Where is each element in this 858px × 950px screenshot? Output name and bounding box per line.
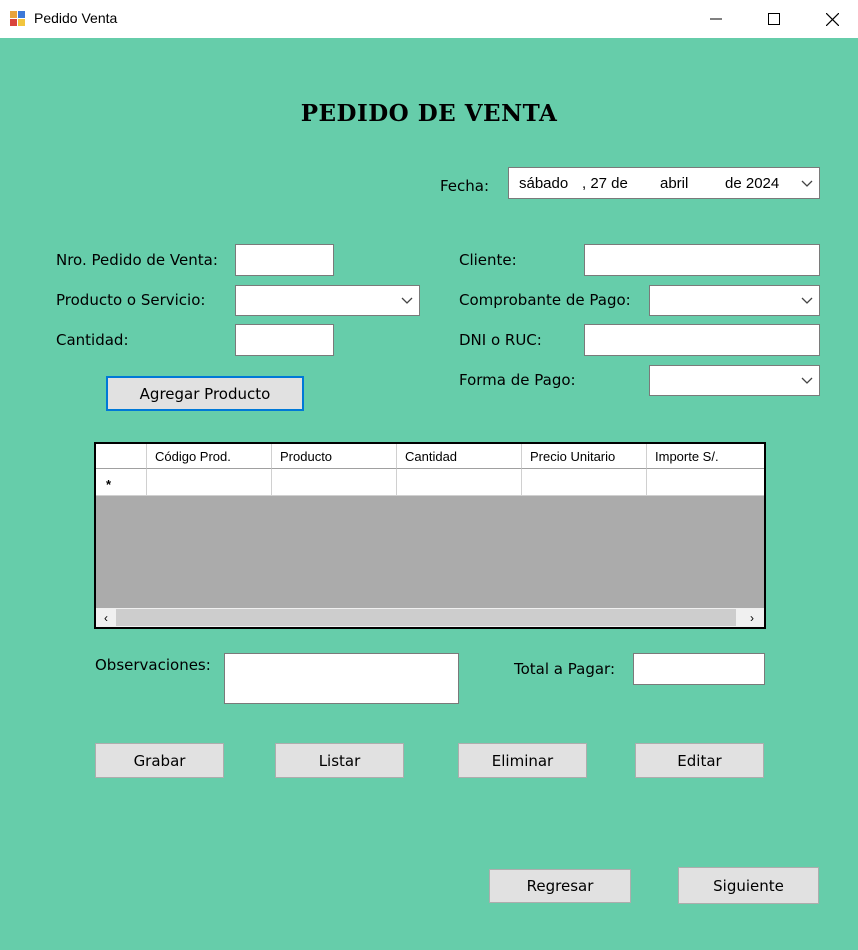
table-cell[interactable] xyxy=(522,469,647,496)
minimize-icon xyxy=(710,18,722,20)
cantidad-input[interactable] xyxy=(235,324,334,356)
chevron-down-icon[interactable] xyxy=(801,377,813,385)
dni-ruc-label: DNI o RUC: xyxy=(459,331,542,349)
table-cell[interactable] xyxy=(397,469,522,496)
scroll-left-icon[interactable]: ‹ xyxy=(96,610,116,625)
eliminar-button[interactable]: Eliminar xyxy=(458,743,587,778)
fecha-year: de 2024 xyxy=(725,175,780,192)
fecha-month: abril xyxy=(660,175,689,192)
grabar-button[interactable]: Grabar xyxy=(95,743,224,778)
observaciones-textarea[interactable] xyxy=(224,653,459,704)
horizontal-scrollbar[interactable]: ‹ › xyxy=(96,608,764,627)
regresar-button[interactable]: Regresar xyxy=(489,869,631,903)
minimize-button[interactable] xyxy=(687,0,745,38)
fecha-day-name: sábado xyxy=(519,175,569,192)
producto-label: Producto o Servicio: xyxy=(56,291,206,309)
chevron-down-icon[interactable] xyxy=(801,180,813,188)
fecha-label: Fecha: xyxy=(440,177,490,195)
app-icon xyxy=(10,11,25,26)
total-input[interactable] xyxy=(633,653,765,685)
comprobante-label: Comprobante de Pago: xyxy=(459,291,631,309)
cliente-label: Cliente: xyxy=(459,251,517,269)
table-cell[interactable] xyxy=(647,469,764,496)
fecha-day: , 27 de xyxy=(582,175,628,192)
table-cell[interactable] xyxy=(147,469,272,496)
window-title: Pedido Venta xyxy=(34,10,118,26)
column-header-producto[interactable]: Producto xyxy=(272,444,397,469)
nro-pedido-label: Nro. Pedido de Venta: xyxy=(56,251,218,269)
page-title: PEDIDO DE VENTA xyxy=(300,100,558,127)
maximize-button[interactable] xyxy=(745,0,803,38)
forma-pago-combobox[interactable] xyxy=(649,365,820,396)
close-button[interactable] xyxy=(803,0,858,38)
comprobante-combobox[interactable] xyxy=(649,285,820,316)
chevron-down-icon[interactable] xyxy=(401,297,413,305)
forma-pago-label: Forma de Pago: xyxy=(459,371,576,389)
productos-datagrid[interactable]: Código Prod. Producto Cantidad Precio Un… xyxy=(94,442,766,629)
scrollbar-thumb[interactable] xyxy=(116,609,736,626)
total-label: Total a Pagar: xyxy=(514,660,615,678)
scroll-right-icon[interactable]: › xyxy=(742,610,762,625)
new-row-marker[interactable]: * xyxy=(96,469,147,496)
nro-pedido-input[interactable] xyxy=(235,244,334,276)
column-header-codigo[interactable]: Código Prod. xyxy=(147,444,272,469)
title-bar: Pedido Venta xyxy=(0,0,858,38)
producto-combobox[interactable] xyxy=(235,285,420,316)
column-header-precio[interactable]: Precio Unitario xyxy=(522,444,647,469)
table-cell[interactable] xyxy=(272,469,397,496)
row-header-corner xyxy=(96,444,147,469)
listar-button[interactable]: Listar xyxy=(275,743,404,778)
agregar-producto-button[interactable]: Agregar Producto xyxy=(106,376,304,411)
editar-button[interactable]: Editar xyxy=(635,743,764,778)
observaciones-label: Observaciones: xyxy=(95,656,211,674)
column-header-cantidad[interactable]: Cantidad xyxy=(397,444,522,469)
fecha-datepicker[interactable]: sábado , 27 de abril de 2024 xyxy=(508,167,820,199)
column-header-importe[interactable]: Importe S/. xyxy=(647,444,764,469)
close-icon xyxy=(825,12,839,26)
dni-ruc-input[interactable] xyxy=(584,324,820,356)
cantidad-label: Cantidad: xyxy=(56,331,129,349)
siguiente-button[interactable]: Siguiente xyxy=(678,867,819,904)
maximize-icon xyxy=(768,13,780,25)
chevron-down-icon[interactable] xyxy=(801,297,813,305)
cliente-input[interactable] xyxy=(584,244,820,276)
